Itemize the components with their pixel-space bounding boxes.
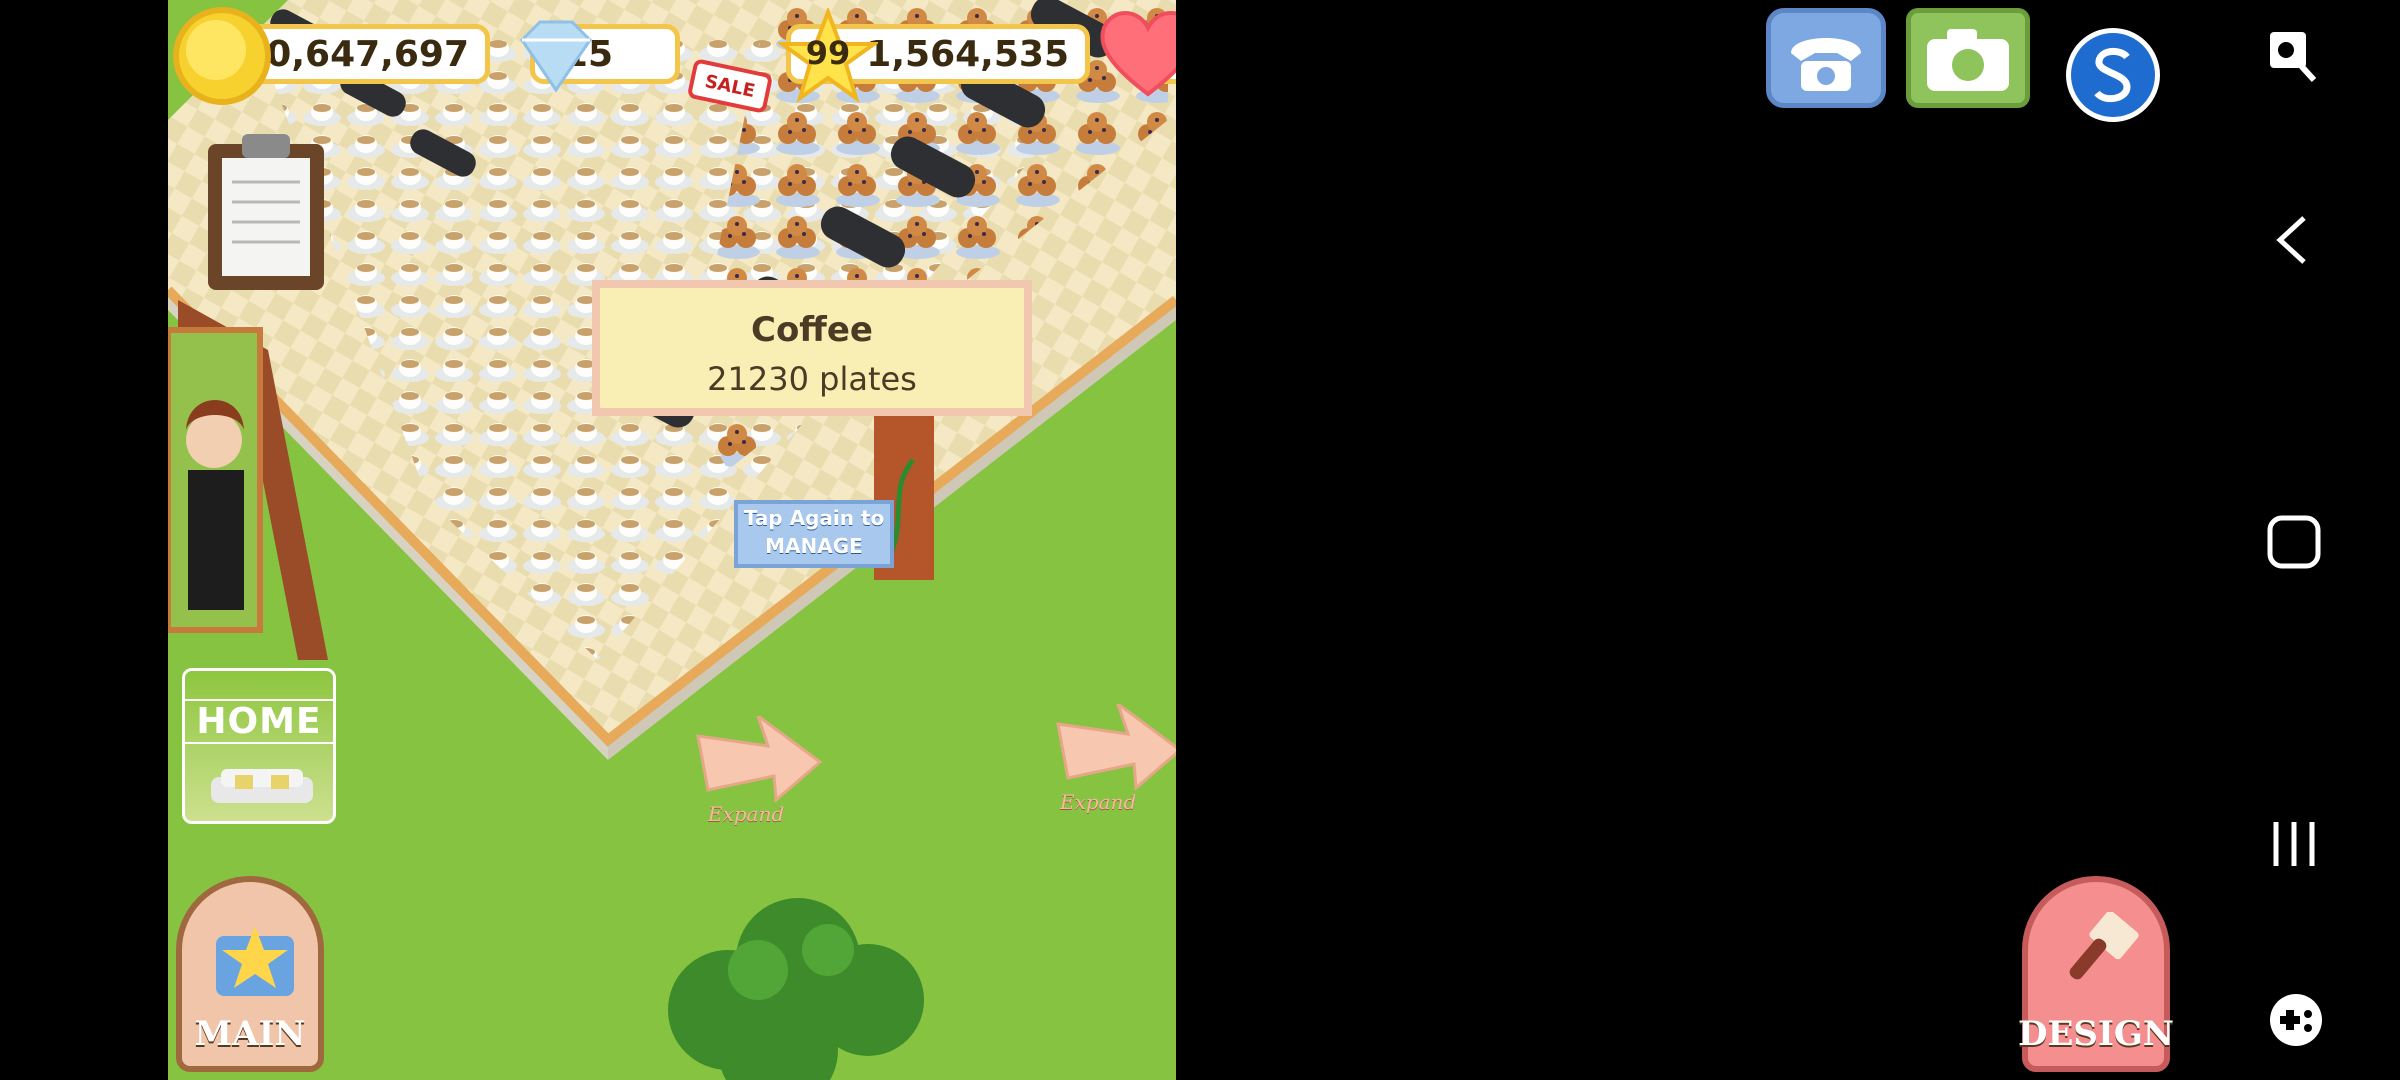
home-button[interactable]: HOME [182,668,336,824]
expand-arrow-middle[interactable] [1048,704,1176,794]
gamepad-icon[interactable] [2264,990,2328,1050]
design-label: DESIGN [2018,1014,2174,1054]
camera-button[interactable] [1906,8,2030,108]
social-s-icon [2094,48,2131,103]
item-plates: 21230 plates [707,360,917,398]
manage-hint[interactable]: Tap Again to MANAGE [734,500,894,568]
clipboard-icon[interactable] [204,130,330,294]
item-info-tooltip: Coffee 21230 plates [592,280,1032,416]
design-button[interactable]: DESIGN [2018,876,2174,1072]
left-black-bar [0,0,168,1080]
sale-tag-label: SALE [702,70,757,103]
level-value: 99 [805,34,851,72]
home-label: HOME [185,699,333,744]
manage-hint-line1: Tap Again to [743,506,885,530]
camera-icon [1927,29,2009,91]
expand-label-middle[interactable]: Expand [1060,790,1136,814]
expand-arrow-right[interactable] [1168,296,1176,386]
social-button[interactable] [2066,28,2160,122]
home-square-icon[interactable] [2264,512,2324,572]
expand-arrow-left[interactable] [688,716,828,806]
key-icon[interactable] [2264,24,2320,88]
diamond-icon [520,20,592,93]
main-label: MAIN [194,1014,306,1054]
main-button[interactable]: MAIN [176,876,324,1072]
paintbrush-icon [2069,912,2139,980]
xp-value: 1,564,535 [866,33,1069,75]
recents-icon[interactable] [2264,816,2324,872]
android-nav-bar [2176,0,2400,1080]
game-viewport[interactable]: Expand Expand Expand 40,647,697 15 SALE … [168,0,1176,1080]
manage-hint-line2: MANAGE [765,534,863,558]
back-chevron-icon[interactable] [2264,210,2320,270]
coin-icon [173,7,271,105]
expand-label-left[interactable]: Expand [708,802,784,826]
item-name: Coffee [751,310,873,350]
sofa-icon [211,769,313,803]
phone-icon [1791,38,1861,91]
heart-icon [1100,11,1176,97]
book-star-icon [216,926,294,996]
phone-button[interactable] [1766,8,1886,108]
